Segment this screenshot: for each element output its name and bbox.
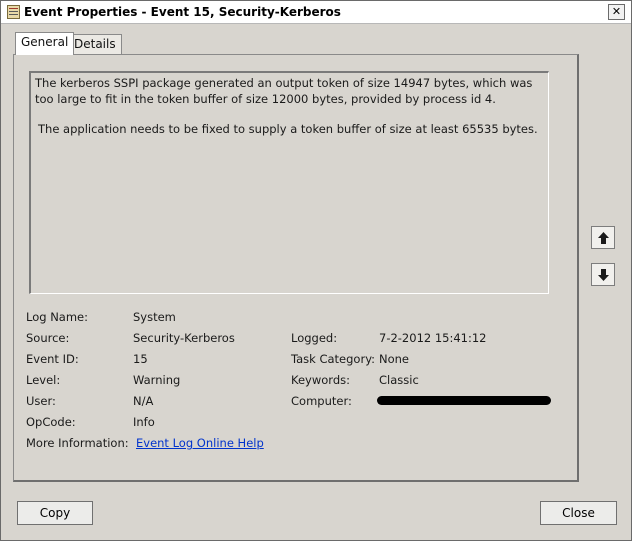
close-button[interactable]: Close: [540, 501, 617, 525]
keywords-value: Classic: [379, 373, 419, 387]
event-id-label: Event ID:: [26, 352, 79, 366]
title-bar[interactable]: Event Properties - Event 15, Security-Ke…: [1, 1, 631, 24]
description-paragraph-1: The kerberos SSPI package generated an o…: [35, 76, 533, 106]
event-log-online-help-link[interactable]: Event Log Online Help: [136, 436, 264, 450]
event-properties-window: Event Properties - Event 15, Security-Ke…: [0, 0, 632, 541]
user-value: N/A: [133, 394, 154, 408]
logged-label: Logged:: [291, 331, 338, 345]
tab-details[interactable]: Details: [68, 34, 122, 55]
level-value: Warning: [133, 373, 181, 387]
close-icon[interactable]: ✕: [608, 4, 625, 20]
opcode-label: OpCode:: [26, 415, 76, 429]
user-label: User:: [26, 394, 56, 408]
arrow-down-icon: [598, 269, 609, 281]
event-id-value: 15: [133, 352, 148, 366]
event-viewer-icon: [7, 5, 20, 19]
arrow-up-icon: [598, 232, 609, 244]
keywords-label: Keywords:: [291, 373, 350, 387]
task-category-value: None: [379, 352, 410, 366]
description-paragraph-2: The application needs to be fixed to sup…: [38, 122, 538, 136]
source-label: Source:: [26, 331, 70, 345]
level-label: Level:: [26, 373, 61, 387]
window-title: Event Properties - Event 15, Security-Ke…: [24, 5, 341, 19]
log-name-value: System: [133, 310, 176, 324]
opcode-value: Info: [133, 415, 155, 429]
computer-value-redacted: [377, 396, 551, 405]
tab-general[interactable]: General: [15, 32, 75, 55]
computer-label: Computer:: [291, 394, 352, 408]
more-information-label: More Information:: [26, 436, 129, 450]
logged-value: 7-2-2012 15:41:12: [379, 331, 487, 345]
log-name-label: Log Name:: [26, 310, 88, 324]
copy-button[interactable]: Copy: [17, 501, 93, 525]
event-description[interactable]: The kerberos SSPI package generated an o…: [29, 71, 549, 294]
previous-event-button[interactable]: [591, 226, 615, 249]
general-tab-panel: The kerberos SSPI package generated an o…: [13, 54, 579, 482]
task-category-label: Task Category:: [291, 352, 376, 366]
source-value: Security-Kerberos: [133, 331, 235, 345]
next-event-button[interactable]: [591, 263, 615, 286]
